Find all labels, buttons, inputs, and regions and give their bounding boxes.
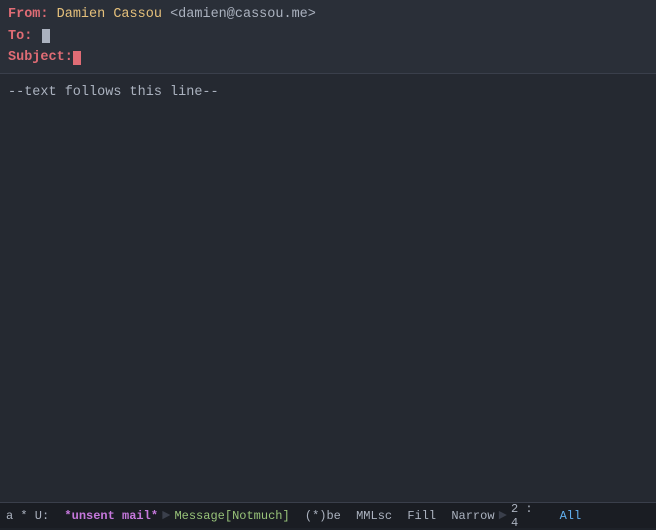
email-body[interactable]: --text follows this line-- xyxy=(0,74,656,502)
status-narrow: Narrow xyxy=(451,509,494,523)
email-editor: From: Damien Cassou <damien@cassou.me> T… xyxy=(0,0,656,528)
to-label: To: xyxy=(8,26,32,48)
status-position: 2 : 4 xyxy=(511,502,537,530)
status-mode: Message[Notmuch] xyxy=(174,509,289,523)
from-label: From: xyxy=(8,4,49,26)
subject-line[interactable]: Subject: xyxy=(8,47,648,69)
from-line: From: Damien Cassou <damien@cassou.me> xyxy=(8,4,648,26)
subject-label: Subject: xyxy=(8,47,73,69)
status-abbrev: MMLsc xyxy=(356,509,392,523)
status-fill: Fill xyxy=(407,509,436,523)
to-line[interactable]: To: xyxy=(8,26,648,48)
status-arrow2: ► xyxy=(499,508,507,524)
email-header: From: Damien Cassou <damien@cassou.me> T… xyxy=(0,0,656,74)
status-prefix: a * U: xyxy=(6,509,49,523)
subject-cursor xyxy=(73,51,81,65)
from-name: Damien Cassou xyxy=(57,4,162,26)
to-cursor xyxy=(42,29,50,43)
status-all: All xyxy=(560,509,582,523)
status-arrow1: ► xyxy=(162,508,170,524)
status-buffer-flags: (*)be xyxy=(305,509,341,523)
body-text-line1: --text follows this line-- xyxy=(8,82,648,104)
status-unsent: *unsent mail* xyxy=(64,509,158,523)
status-bar: a * U: *unsent mail* ► Message[Notmuch] … xyxy=(0,502,656,528)
from-email: <damien@cassou.me> xyxy=(170,4,316,26)
